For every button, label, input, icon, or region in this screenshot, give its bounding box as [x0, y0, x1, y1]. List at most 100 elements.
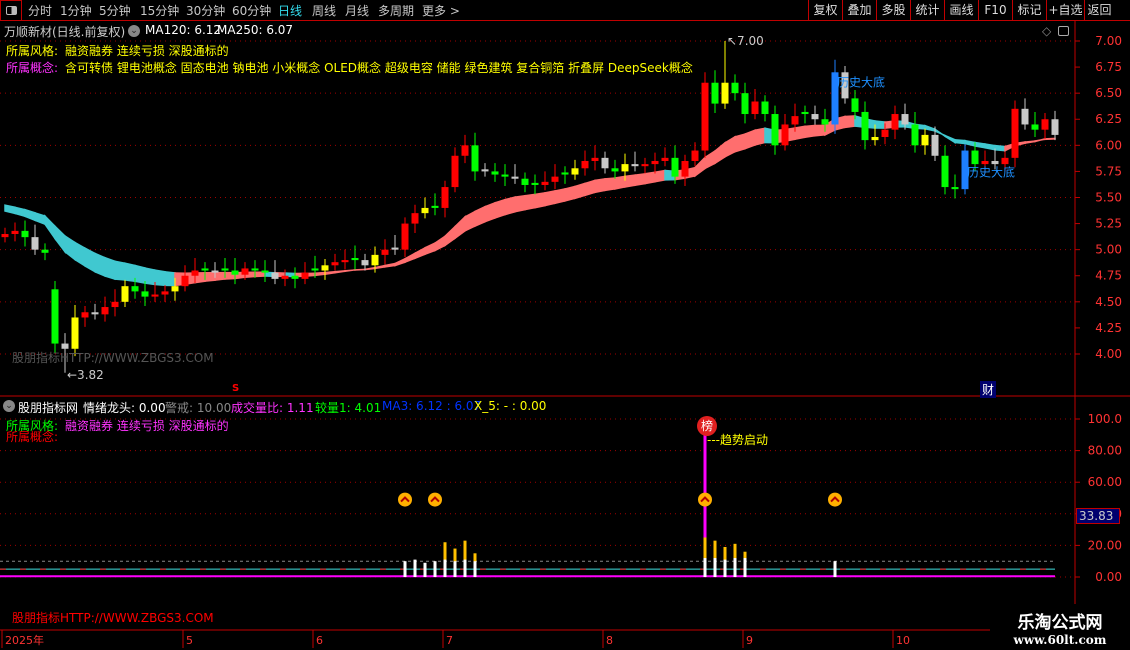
candle-body: [511, 176, 519, 179]
candle-body: [341, 260, 349, 263]
ma-band-segment: [434, 234, 446, 252]
candle-body: [701, 82, 709, 151]
candle-body: [111, 301, 119, 308]
candle-body: [31, 237, 39, 250]
candle-body: [801, 111, 809, 115]
candle-body: [211, 270, 219, 273]
ma-band-segment: [524, 193, 536, 211]
candle-body: [641, 164, 649, 167]
candle-body: [981, 160, 989, 165]
candle-body: [301, 272, 309, 279]
ma-band-segment: [634, 172, 646, 187]
ma-band-segment: [134, 264, 146, 285]
ma-band-segment: [714, 141, 726, 165]
ma-band-segment: [1024, 140, 1036, 145]
candle-body: [201, 268, 209, 271]
finance-marker[interactable]: 财: [980, 381, 997, 398]
candle-body: [261, 270, 269, 273]
ma-band-segment: [874, 120, 886, 129]
ma-band-segment: [444, 224, 456, 247]
candle-body: [591, 157, 599, 161]
logo-url: www.60lt.com: [1013, 633, 1107, 647]
candle-body: [451, 155, 459, 188]
bottom-signal-label: 历史大底: [837, 74, 885, 89]
ma-band-segment: [544, 190, 556, 207]
ma-band-segment: [744, 129, 756, 150]
volratio-value: 成交量比: 1.11: [231, 401, 314, 415]
candle-body: [951, 187, 959, 190]
candle-body: [531, 182, 539, 185]
candle-body: [541, 181, 549, 185]
candle-body: [471, 145, 479, 172]
price-tick-label: 5.75: [1095, 164, 1122, 178]
candle-body: [821, 119, 829, 125]
ma-band-segment: [654, 169, 666, 183]
candle-body: [181, 275, 189, 287]
candle-body: [991, 160, 999, 165]
date-tick-label: 7: [446, 634, 453, 647]
candle-body: [121, 286, 129, 302]
price-tick-label: 4.25: [1095, 321, 1122, 335]
ma-band-segment: [204, 272, 216, 283]
candle-body: [911, 124, 919, 146]
ma-band-segment: [734, 133, 746, 153]
price-tick-label: 4.75: [1095, 269, 1122, 283]
candle-body: [321, 265, 329, 271]
ma-band-segment: [84, 246, 96, 274]
candle-body: [691, 150, 699, 161]
up-arrow-icon: [698, 492, 712, 507]
high-price-label: ↖7.00: [727, 34, 764, 48]
date-tick-label: 8: [606, 634, 613, 647]
ma-band-segment: [644, 171, 656, 185]
candle-body: [921, 134, 929, 146]
chevron-down-icon[interactable]: ⌄: [3, 400, 15, 412]
ma-band-segment: [104, 256, 116, 281]
ma-band-segment: [804, 124, 816, 139]
ma-band-segment: [974, 141, 986, 149]
candle-body: [651, 160, 659, 165]
emo-value: 情绪龙头: 0.00: [83, 401, 166, 415]
ma-band-segment: [24, 208, 36, 222]
ma-band-segment: [994, 144, 1006, 152]
ma-band-segment: [354, 268, 366, 271]
candle-body: [221, 268, 229, 271]
ma3-value: MA3: 6.12 : 6.07: [382, 399, 482, 413]
price-tick-label: 6.25: [1095, 112, 1122, 126]
indicator-tick-label: 100.0: [1088, 412, 1122, 426]
ind-style-value: 融资融券 连续亏损 深股通标的: [65, 419, 229, 433]
candle-body: [811, 114, 819, 120]
candle-body: [101, 307, 109, 315]
ma-band-segment: [1044, 137, 1056, 141]
candle-body: [491, 171, 499, 175]
ma-band-segment: [334, 269, 346, 274]
ma-band-segment: [344, 269, 356, 273]
ma-band-segment: [814, 124, 826, 137]
ma-band-segment: [984, 143, 996, 151]
candle-body: [931, 134, 939, 156]
indicator-tick-label: 60.00: [1088, 475, 1122, 489]
ma-band-segment: [564, 185, 576, 202]
candle-body: [91, 312, 99, 315]
price-tick-label: 6.00: [1095, 138, 1122, 152]
ma-band-segment: [584, 179, 596, 197]
date-tick-label: 6: [316, 634, 323, 647]
ma-band-segment: [754, 127, 766, 146]
candle-body: [871, 136, 879, 141]
white-bar: [453, 561, 457, 577]
ma-band-segment: [594, 178, 606, 194]
ma-band-segment: [794, 125, 806, 141]
s-marker: S: [232, 383, 240, 394]
candle-body: [1051, 119, 1059, 135]
ma-band-segment: [954, 138, 966, 145]
candle-body: [461, 145, 469, 156]
candle-body: [771, 114, 779, 146]
candle-body: [151, 294, 159, 297]
ma-band-segment: [164, 270, 176, 287]
ma-band-segment: [574, 182, 586, 200]
candle-body: [861, 111, 869, 141]
candle-body: [41, 249, 49, 253]
indicator-watermark: 股朋指标HTTP://WWW.ZBGS3.COM: [12, 611, 214, 625]
ma-band-segment: [384, 262, 396, 268]
ma-band-segment: [704, 149, 716, 170]
candle-body: [251, 268, 259, 271]
